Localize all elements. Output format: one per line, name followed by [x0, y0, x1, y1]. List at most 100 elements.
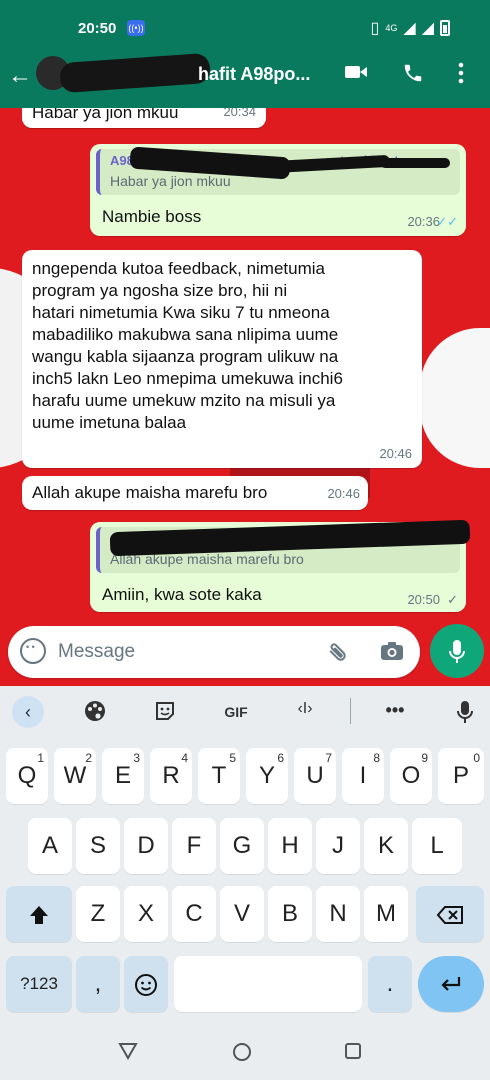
attach-icon[interactable] [322, 637, 357, 672]
key-label: T [211, 762, 227, 789]
network-label: 4G [385, 23, 398, 33]
space-key[interactable] [174, 956, 362, 1012]
key-d[interactable]: D [124, 818, 168, 874]
key-s[interactable]: S [76, 818, 120, 874]
backspace-icon [436, 905, 463, 924]
read-receipt-icon: ✓✓ [436, 214, 458, 229]
key-a[interactable]: A [28, 818, 72, 874]
battery-icon [440, 20, 450, 36]
quote-text: Habar ya jion mkuu [110, 173, 231, 189]
cursor-control-icon[interactable]: ‹I› [290, 700, 320, 718]
key-label: R [162, 762, 180, 789]
key-h[interactable]: H [268, 818, 312, 874]
message-line: inch5 lakn Leo nmepima umekuwa inchi6 [32, 369, 343, 388]
chat-area[interactable]: Habar ya jion mkuu 20:34 A98: Ngosh er t… [0, 108, 490, 686]
message-line: program ya ngosha size bro, hii ni [32, 281, 288, 300]
symbols-key[interactable]: ?123 [6, 956, 72, 1012]
message-line: nngependa kutoa feedback, nimetumia [32, 259, 325, 278]
key-v[interactable]: V [220, 886, 264, 942]
back-arrow-icon[interactable]: ← [8, 62, 32, 90]
palette-icon[interactable] [80, 700, 110, 727]
system-nav-bar [0, 1026, 490, 1080]
message-bubble-incoming[interactable]: Allah akupe maisha marefu bro 20:46 [22, 476, 368, 510]
key-k[interactable]: K [364, 818, 408, 874]
shift-icon [30, 905, 48, 924]
key-l[interactable]: L [412, 818, 462, 874]
message-text: Allah akupe maisha marefu bro [32, 483, 268, 502]
emoji-key[interactable] [124, 956, 168, 1012]
period-key[interactable]: . [368, 956, 412, 1012]
message-composer[interactable]: Message [8, 626, 420, 678]
key-m[interactable]: M [364, 886, 408, 942]
message-bubble-incoming[interactable]: nngependa kutoa feedback, nimetumia prog… [22, 250, 422, 468]
enter-key[interactable] [418, 956, 484, 1012]
key-b[interactable]: B [268, 886, 312, 942]
video-call-icon[interactable] [344, 62, 368, 88]
microphone-button[interactable] [430, 624, 484, 678]
message-text: Amiin, kwa sote kaka [102, 585, 262, 604]
key-p[interactable]: P0 [438, 748, 484, 804]
vibrate-icon: ▯ [370, 20, 380, 37]
message-text: Nambie boss [102, 207, 202, 226]
message-text-lines: nngependa kutoa feedback, nimetumia prog… [32, 258, 412, 434]
key-x[interactable]: X [124, 886, 168, 942]
gif-button[interactable]: GIF [219, 704, 253, 720]
key-g[interactable]: G [220, 818, 264, 874]
key-label: Q [17, 762, 37, 789]
key-e[interactable]: E3 [102, 748, 144, 804]
back-nav-icon[interactable] [118, 1042, 138, 1065]
key-z[interactable]: Z [76, 886, 120, 942]
key-y[interactable]: Y6 [246, 748, 288, 804]
top-bar: 20:50 ((•)) ▯ 4G ◢ ◢ ← hafit A98po... [0, 0, 490, 108]
wallpaper-shape [420, 328, 490, 468]
comma-key[interactable]: , [76, 956, 120, 1012]
keyboard-back-icon[interactable]: ‹ [12, 696, 44, 728]
key-label: U [306, 762, 324, 789]
key-label: W [63, 762, 87, 789]
key-c[interactable]: C [172, 886, 216, 942]
sticker-icon[interactable] [150, 700, 180, 727]
status-notification-icon: ((•)) [127, 20, 145, 36]
message-input[interactable]: Message [58, 641, 135, 663]
voice-input-icon[interactable] [450, 700, 480, 729]
home-nav-icon[interactable] [232, 1042, 252, 1067]
status-time: 20:50 [78, 20, 117, 37]
signal-icon: ◢ [403, 20, 416, 37]
key-t[interactable]: T5 [198, 748, 240, 804]
key-hint: 1 [37, 751, 44, 765]
key-j[interactable]: J [316, 818, 360, 874]
backspace-key[interactable] [416, 886, 484, 942]
key-label: Y [258, 762, 275, 789]
key-hint: 8 [373, 751, 380, 765]
key-q[interactable]: Q1 [6, 748, 48, 804]
message-time: 20:34 [223, 108, 256, 119]
camera-icon[interactable] [380, 640, 404, 668]
message-time: 20:36 [407, 214, 440, 229]
key-hint: 0 [473, 751, 480, 765]
emoji-icon [135, 973, 157, 996]
key-f[interactable]: F [172, 818, 216, 874]
key-n[interactable]: N [316, 886, 360, 942]
more-options-icon[interactable] [458, 62, 464, 90]
more-icon[interactable]: ••• [380, 700, 410, 721]
message-time: 20:46 [379, 446, 412, 461]
key-label: E [114, 762, 131, 789]
key-label: O [401, 762, 421, 789]
phone-call-icon[interactable] [402, 62, 424, 90]
recents-nav-icon[interactable] [344, 1042, 362, 1065]
message-line: uume imetuna balaa [32, 413, 187, 432]
message-bubble-incoming[interactable]: Habar ya jion mkuu 20:34 [22, 108, 266, 128]
key-hint: 6 [277, 751, 284, 765]
enter-icon [441, 976, 461, 991]
key-w[interactable]: W2 [54, 748, 96, 804]
keyboard-toolbar: ‹ GIF ‹I› ••• [0, 686, 490, 738]
emoji-icon[interactable] [20, 638, 46, 664]
shift-key[interactable] [6, 886, 72, 942]
key-hint: 2 [85, 751, 92, 765]
chat-title[interactable]: hafit A98po... [198, 64, 310, 85]
redaction-scribble [59, 52, 211, 94]
key-o[interactable]: O9 [390, 748, 432, 804]
key-i[interactable]: I8 [342, 748, 384, 804]
key-r[interactable]: R4 [150, 748, 192, 804]
key-u[interactable]: U7 [294, 748, 336, 804]
